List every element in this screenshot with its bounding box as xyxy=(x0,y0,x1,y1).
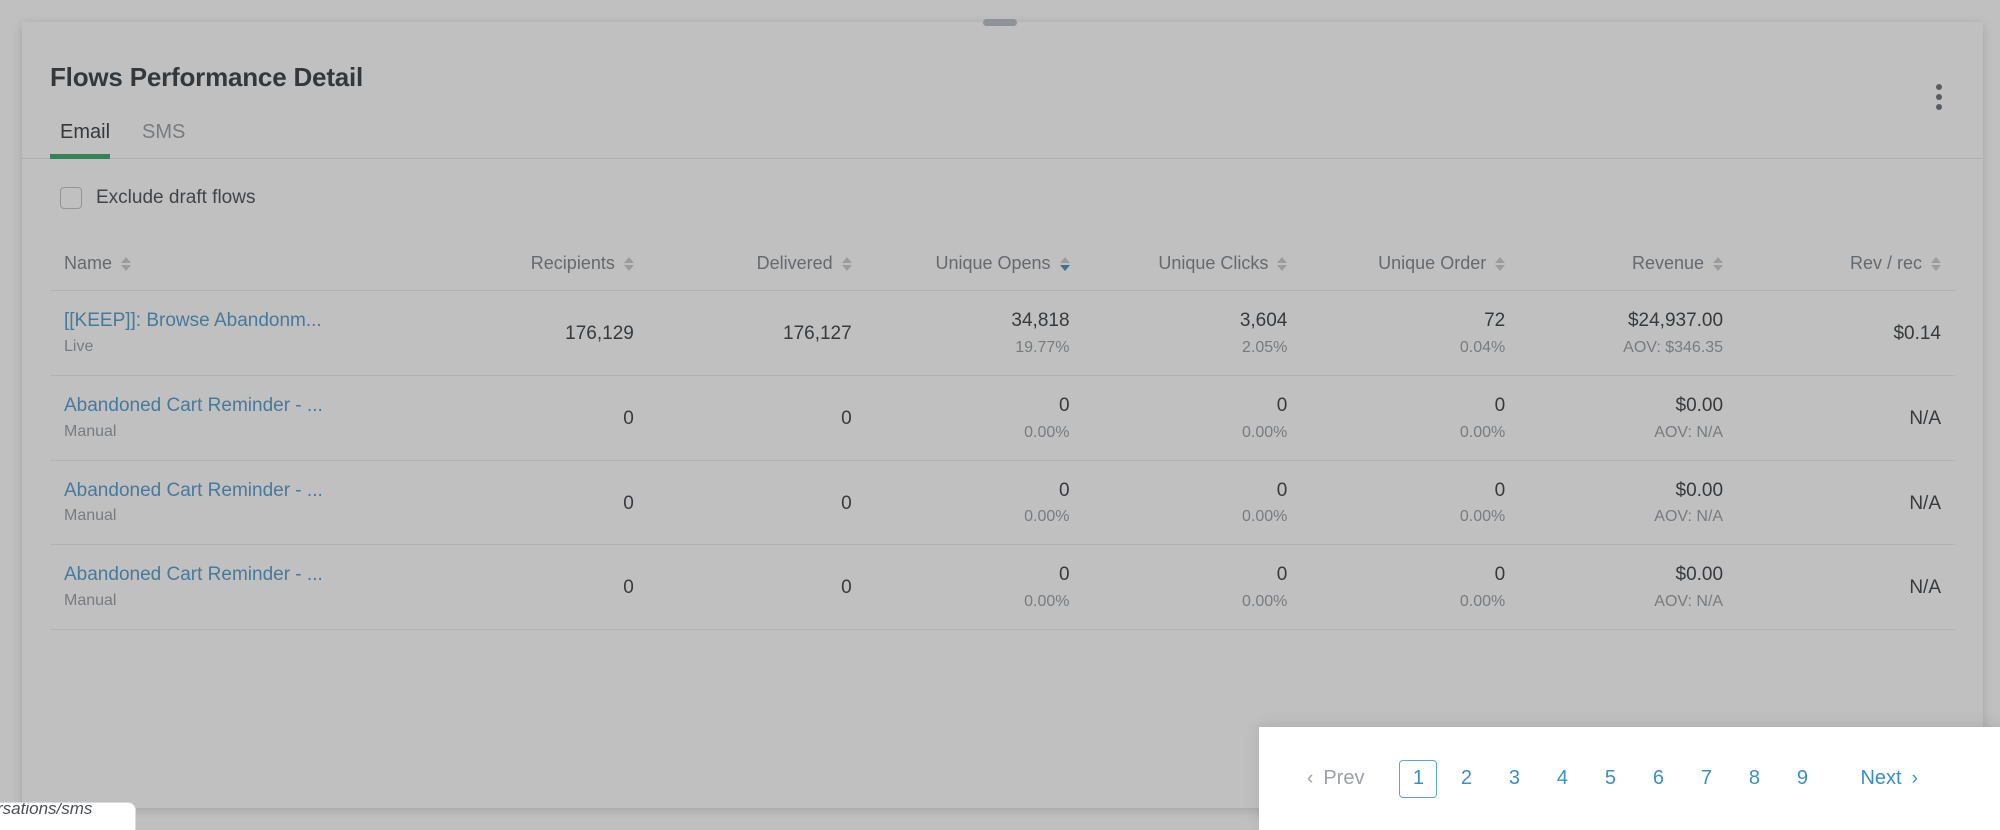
pagination-bar: ‹ Prev 1 2 3 4 5 6 7 8 9 Next › xyxy=(1259,727,2000,830)
pagination-next-button[interactable]: Next › xyxy=(1860,767,1917,790)
pagination-page-8[interactable]: 8 xyxy=(1735,760,1773,798)
status-chip: rsations/sms xyxy=(0,802,136,830)
pagination-page-6[interactable]: 6 xyxy=(1639,760,1677,798)
pagination-page-5[interactable]: 5 xyxy=(1591,760,1629,798)
pagination-page-7[interactable]: 7 xyxy=(1687,760,1725,798)
modal-scrim xyxy=(0,0,2000,830)
pagination-page-1[interactable]: 1 xyxy=(1399,759,1438,798)
drag-handle[interactable] xyxy=(983,19,1017,26)
chevron-right-icon: › xyxy=(1911,768,1918,789)
pagination-page-3[interactable]: 3 xyxy=(1495,760,1533,798)
screen-root: Flows Performance Detail Email SMS Exclu… xyxy=(0,0,2000,830)
pagination-prev-button[interactable]: ‹ Prev xyxy=(1307,767,1364,790)
pagination-prev-label: Prev xyxy=(1323,767,1365,789)
pagination-page-list: 1 2 3 4 5 6 7 8 9 xyxy=(1394,759,1826,798)
pagination-page-4[interactable]: 4 xyxy=(1543,760,1581,798)
pagination-page-9[interactable]: 9 xyxy=(1783,760,1821,798)
status-chip-text: rsations/sms xyxy=(0,802,93,818)
pagination-next-label: Next xyxy=(1860,767,1902,789)
pagination-page-2[interactable]: 2 xyxy=(1447,760,1485,798)
chevron-left-icon: ‹ xyxy=(1307,768,1314,789)
